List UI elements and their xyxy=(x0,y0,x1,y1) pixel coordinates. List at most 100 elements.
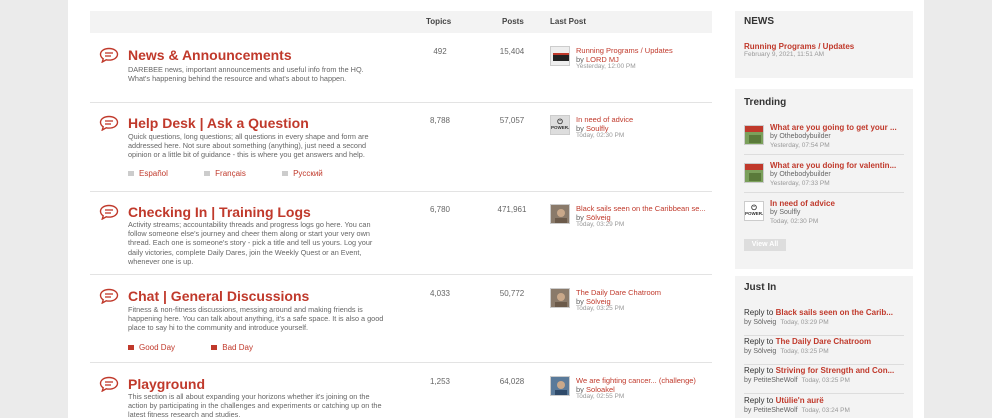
just-in-title[interactable]: Black sails seen on the Carib... xyxy=(776,308,893,317)
forum-title-chat[interactable]: Chat | General Discussions xyxy=(128,288,309,304)
trending-item: What are you going to get your ... by Ot… xyxy=(744,123,904,155)
view-all-button[interactable]: View All xyxy=(744,239,786,251)
power-avatar[interactable]: ⏻ POWER. xyxy=(744,201,764,221)
topics-count: 492 xyxy=(433,47,447,56)
last-post-title[interactable]: We are fighting cancer... (challenge) xyxy=(576,376,712,385)
chat-bubble-icon xyxy=(99,115,119,131)
subforum-icon xyxy=(282,171,289,176)
trending-date: Today, 02:30 PM xyxy=(770,218,819,225)
posts-count: 15,404 xyxy=(499,47,525,56)
forum-row-playground: Playground This section is all about exp… xyxy=(90,363,712,418)
just-in-title[interactable]: Utülie'n aurë xyxy=(776,396,824,405)
trending-author: by Othebodybuilder xyxy=(770,171,831,178)
forum-list: Topics Posts Last Post News & Announceme… xyxy=(90,11,712,418)
trending-title[interactable]: What are you doing for valentin... xyxy=(770,161,904,170)
trending-item: What are you doing for valentin... by Ot… xyxy=(744,161,904,193)
chat-bubble-icon xyxy=(99,204,119,220)
subforum-icon xyxy=(128,171,134,176)
user-avatar[interactable] xyxy=(550,376,570,396)
just-in-item: Reply to Striving for Strength and Con..… xyxy=(744,366,904,394)
trending-heading: Trending xyxy=(744,97,787,108)
topics-count: 8,788 xyxy=(429,116,451,125)
just-in-item: Reply to Black sails seen on the Carib..… xyxy=(744,308,904,336)
trending-title[interactable]: In need of advice xyxy=(770,199,904,208)
header-posts: Posts xyxy=(502,17,524,26)
chat-bubble-icon xyxy=(99,288,119,304)
trending-item: ⏻ POWER. In need of advice by Soulfly Tod… xyxy=(744,199,904,231)
last-post-date: Today, 03:29 PM xyxy=(576,221,625,228)
just-in-date: Today, 03:25 PM xyxy=(801,377,850,384)
user-avatar[interactable] xyxy=(550,204,570,224)
forum-title-checking-in[interactable]: Checking In | Training Logs xyxy=(128,204,311,220)
subforum-francais[interactable]: Français xyxy=(204,169,246,178)
last-post-date: Today, 02:55 PM xyxy=(576,393,625,400)
user-avatar[interactable] xyxy=(744,163,764,183)
forum-row-chat: Chat | General Discussions Fitness & non… xyxy=(90,275,712,363)
trending-author: by Othebodybuilder xyxy=(770,133,831,140)
chat-bubble-icon xyxy=(99,47,119,63)
trending-date: Yesterday, 07:54 PM xyxy=(770,142,830,149)
forum-desc: This section is all about expanding your… xyxy=(128,392,382,418)
user-avatar[interactable] xyxy=(744,125,764,145)
subforum-icon xyxy=(128,345,134,350)
news-box: NEWS Running Programs / Updates February… xyxy=(735,11,913,78)
user-avatar[interactable] xyxy=(550,46,570,66)
header-last-post: Last Post xyxy=(550,17,587,26)
subforum-bad-day[interactable]: Bad Day xyxy=(211,343,253,352)
forum-desc: DAREBEE news, important announcements an… xyxy=(128,65,364,84)
last-post-date: Today, 03:25 PM xyxy=(576,305,625,312)
forum-title-news[interactable]: News & Announcements xyxy=(128,47,292,63)
subforum-good-day[interactable]: Good Day xyxy=(128,343,175,352)
forum-row-help-desk: Help Desk | Ask a Question Quick questio… xyxy=(90,103,712,192)
topics-count: 4,033 xyxy=(429,289,451,298)
just-in-user[interactable]: PetiteSheWolf xyxy=(753,407,797,414)
last-post-title[interactable]: Black sails seen on the Caribbean se... xyxy=(576,204,712,213)
just-in-user[interactable]: Sölveig xyxy=(753,348,776,355)
forum-desc: Quick questions, long questions; all que… xyxy=(128,132,369,160)
last-post-title[interactable]: In need of advice xyxy=(576,115,712,124)
subforum-icon xyxy=(204,171,211,176)
trending-box: Trending What are you going to get your … xyxy=(735,89,913,269)
topics-count: 6,780 xyxy=(429,205,451,214)
last-post-date: Today, 02:30 PM xyxy=(576,132,625,139)
just-in-user[interactable]: Sölveig xyxy=(753,319,776,326)
just-in-date: Today, 03:25 PM xyxy=(780,348,829,355)
subforum-espanol[interactable]: Español xyxy=(128,169,168,178)
just-in-user[interactable]: PetiteSheWolf xyxy=(753,377,797,384)
news-title[interactable]: Running Programs / Updates xyxy=(744,42,904,51)
last-post-title[interactable]: The Daily Dare Chatroom xyxy=(576,288,712,297)
just-in-date: Today, 03:29 PM xyxy=(780,319,829,326)
trending-title[interactable]: What are you going to get your ... xyxy=(770,123,904,132)
subforum-list: Good Day Bad Day xyxy=(128,343,287,352)
forum-title-playground[interactable]: Playground xyxy=(128,376,205,392)
just-in-title[interactable]: Striving for Strength and Con... xyxy=(776,366,895,375)
forum-desc: Fitness & non-fitness discussions, messi… xyxy=(128,305,384,333)
trending-date: Yesterday, 07:33 PM xyxy=(770,180,830,187)
forum-desc: Activity streams; accountability threads… xyxy=(128,220,373,266)
just-in-item: Reply to The Daily Dare Chatroom by Sölv… xyxy=(744,337,904,365)
page-content: Topics Posts Last Post News & Announceme… xyxy=(68,0,924,418)
news-item: Running Programs / Updates February 9, 2… xyxy=(744,42,904,58)
news-heading: NEWS xyxy=(744,16,774,27)
just-in-item: Reply to Utülie'n aurë by PetiteSheWolf T… xyxy=(744,396,850,414)
just-in-date: Today, 03:24 PM xyxy=(801,407,850,414)
last-post-date: Yesterday, 12:00 PM xyxy=(576,63,636,70)
just-in-title[interactable]: The Daily Dare Chatroom xyxy=(776,337,872,346)
subforum-list: Español Français Русский xyxy=(128,169,357,178)
subforum-icon xyxy=(211,345,218,350)
just-in-box: Just In Reply to Black sails seen on the… xyxy=(735,276,913,418)
forum-table-header: Topics Posts Last Post xyxy=(90,11,712,33)
subforum-russian[interactable]: Русский xyxy=(282,169,323,178)
user-avatar[interactable] xyxy=(550,288,570,308)
topics-count: 1,253 xyxy=(429,377,451,386)
posts-count: 57,057 xyxy=(499,116,525,125)
just-in-heading: Just In xyxy=(744,282,777,293)
power-avatar[interactable]: ⏻ POWER. xyxy=(550,115,570,135)
posts-count: 50,772 xyxy=(499,289,525,298)
last-post-title[interactable]: Running Programs / Updates xyxy=(576,46,712,55)
forum-row-news: News & Announcements DAREBEE news, impor… xyxy=(90,33,712,103)
posts-count: 64,028 xyxy=(499,377,525,386)
posts-count: 471,961 xyxy=(497,205,527,214)
header-topics: Topics xyxy=(426,17,452,26)
forum-title-help-desk[interactable]: Help Desk | Ask a Question xyxy=(128,115,309,131)
